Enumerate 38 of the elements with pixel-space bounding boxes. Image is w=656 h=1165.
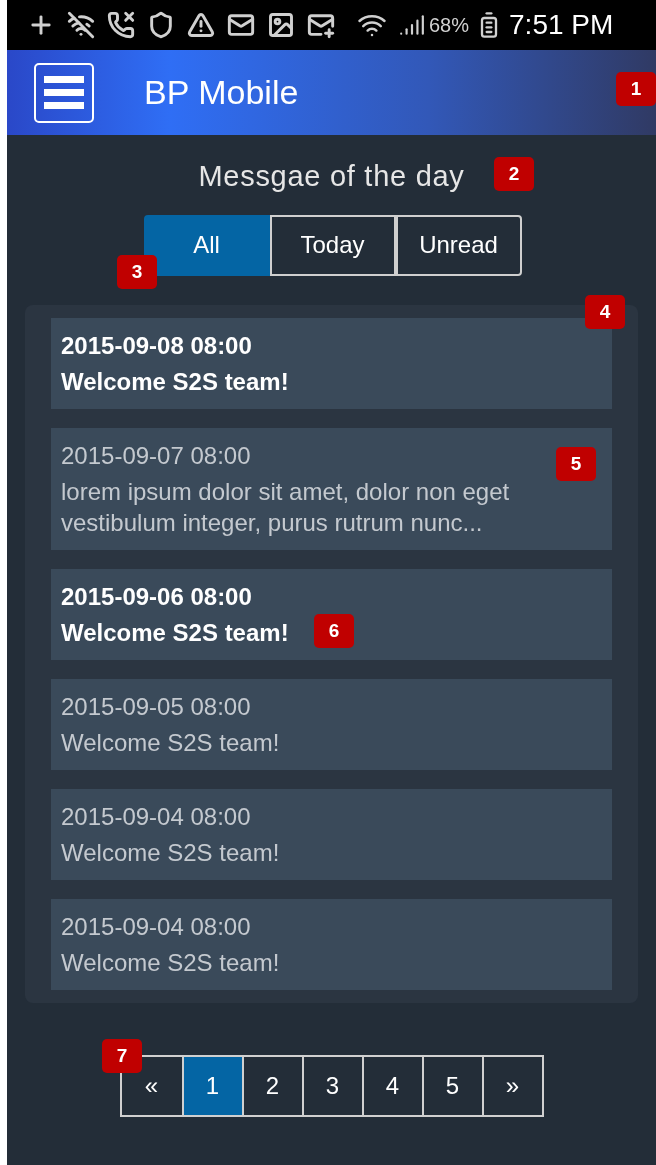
callout-badge: 3 — [117, 255, 157, 289]
message-card[interactable]: 2015-09-04 08:00 Welcome S2S team! — [51, 898, 612, 990]
callout-badge: 7 — [102, 1039, 142, 1073]
filter-tab[interactable]: All — [143, 214, 270, 276]
message-text: Welcome S2S team! — [61, 727, 280, 758]
callout-badge: 2 — [494, 157, 534, 191]
message-text: Welcome S2S team! — [61, 617, 289, 648]
message-date: 2015-09-07 08:00 — [61, 440, 251, 471]
message-date: 2015-09-04 08:00 — [61, 911, 251, 942]
message-card[interactable]: 2015-09-08 08:00 Welcome S2S team! — [51, 317, 612, 409]
message-date: 2015-09-04 08:00 — [61, 801, 251, 832]
app-title: BP Mobile — [144, 72, 299, 113]
shield-icon — [147, 11, 175, 39]
message-card[interactable]: 2015-09-04 08:00 Welcome S2S team! — [51, 788, 612, 880]
signal-icon — [399, 12, 425, 38]
filter-tab[interactable]: Unread — [395, 214, 522, 276]
message-text: Welcome S2S team! — [61, 837, 280, 868]
message-date: 2015-09-08 08:00 — [61, 330, 252, 361]
missed-call-icon — [107, 11, 135, 39]
callout-badge: 1 — [616, 72, 656, 106]
message-card[interactable]: 2015-09-05 08:00 Welcome S2S team! — [51, 678, 612, 770]
menu-button[interactable] — [34, 62, 94, 123]
callout-badge: 6 — [314, 614, 354, 648]
mail-icon — [227, 11, 255, 39]
filter-tab[interactable]: Today — [269, 214, 396, 276]
callout-badge: 4 — [585, 295, 625, 329]
message-date: 2015-09-05 08:00 — [61, 691, 251, 722]
message-text: Welcome S2S team! — [61, 947, 280, 978]
message-date: 2015-09-06 08:00 — [61, 581, 252, 612]
warning-icon — [187, 11, 215, 39]
callout-badge: 5 — [556, 447, 596, 481]
heading: Messgae of the day — [198, 159, 465, 194]
message-text: lorem ipsum dolor sit amet, dolor non eget vestibulum integer, purus rutrum nunc... — [61, 476, 511, 538]
message-text: Welcome S2S team! — [61, 366, 289, 397]
image-icon — [267, 11, 295, 39]
battery-level: 68% — [429, 13, 470, 38]
clock-time: 7:51 PM — [509, 8, 614, 42]
page-button[interactable]: 1 — [181, 1056, 242, 1115]
